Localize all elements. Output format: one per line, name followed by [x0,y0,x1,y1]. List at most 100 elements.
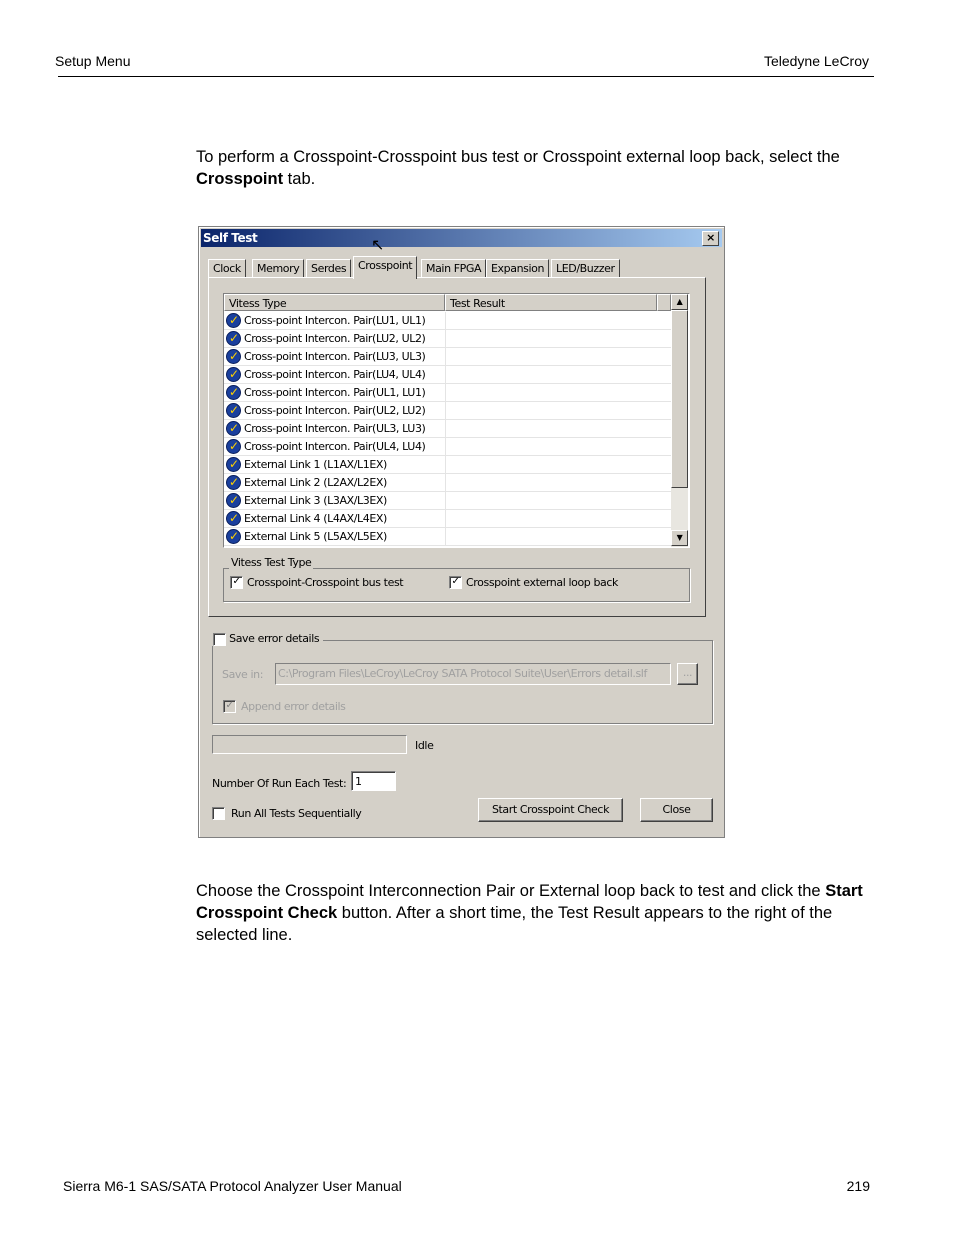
column-header-vitess-type[interactable]: Vitess Type [224,294,445,311]
table-row[interactable]: External Link 3 (L3AX/L3EX) [224,492,671,510]
column-header-test-result[interactable]: Test Result [445,294,657,311]
column-divider [445,348,446,366]
tab-expansion[interactable]: Expansion [486,259,550,278]
outro-paragraph: Choose the Crosspoint Interconnection Pa… [196,882,863,944]
table-row[interactable]: Cross-point Intercon. Pair(LU2, UL2) [224,330,671,348]
column-divider [445,456,446,474]
tab-serdes[interactable]: Serdes [306,259,352,278]
vitess-type-cell: Cross-point Intercon. Pair(LU1, UL1) [244,314,426,327]
save-in-field[interactable]: C:\Program Files\LeCroy\LeCroy SATA Prot… [275,663,671,685]
table-row[interactable]: Cross-point Intercon. Pair(LU1, UL1) [224,312,671,330]
column-divider [445,510,446,528]
close-icon[interactable]: × [702,231,719,246]
save-error-checkbox[interactable] [213,632,226,646]
table-row[interactable]: External Link 2 (L2AX/L2EX) [224,474,671,492]
column-divider [445,402,446,420]
table-row[interactable]: External Link 5 (L5AX/L5EX) [224,528,671,546]
sequential-label: Run All Tests Sequentially [231,807,362,820]
column-divider [445,384,446,402]
check-badge-icon [226,528,241,545]
tab-main-fpga[interactable]: Main FPGA [421,259,487,278]
title-bar[interactable]: Self Test × [201,229,722,247]
dialog-title: Self Test [203,231,258,245]
header-brand: Teledyne LeCroy [763,53,869,69]
table-row[interactable]: External Link 4 (L4AX/L4EX) [224,510,671,528]
header-rule [58,76,874,77]
vitess-type-cell: External Link 2 (L2AX/L2EX) [244,476,387,489]
progress-bar [212,735,407,754]
save-in-label: Save in: [222,668,264,681]
scroll-down-icon[interactable]: ▼ [671,530,688,546]
check-badge-icon [226,492,241,509]
footer-title: Sierra M6-1 SAS/SATA Protocol Analyzer U… [63,1178,402,1194]
vitess-type-cell: External Link 1 (L1AX/L1EX) [244,458,387,471]
self-test-dialog: Self Test × Clock Memory Serdes Crosspoint M… [198,226,725,838]
table-row[interactable]: Cross-point Intercon. Pair(UL3, LU3) [224,420,671,438]
bus-test-checkbox[interactable]: ✓ [230,576,243,589]
sequential-checkbox[interactable] [212,807,225,820]
column-divider [445,438,446,456]
start-crosspoint-check-button[interactable]: Start Crosspoint Check [478,798,623,822]
tab-memory[interactable]: Memory [252,259,305,278]
browse-button[interactable]: ... [677,663,698,685]
scroll-thumb[interactable] [671,310,688,488]
runs-label: Number Of Run Each Test: [212,777,347,790]
vitess-type-cell: Cross-point Intercon. Pair(UL4, LU4) [244,440,426,453]
loop-back-label: Crosspoint external loop back [466,576,618,589]
intro-paragraph: To perform a Crosspoint-Crosspoint bus t… [196,148,840,188]
scroll-up-icon[interactable]: ▲ [671,294,688,310]
table-row[interactable]: Cross-point Intercon. Pair(LU3, UL3) [224,348,671,366]
column-divider [445,330,446,348]
column-divider [445,528,446,546]
check-badge-icon [226,510,241,527]
vitess-type-cell: Cross-point Intercon. Pair(LU2, UL2) [244,332,426,345]
tab-led-buzzer[interactable]: LED/Buzzer [551,259,620,278]
check-badge-icon [226,348,241,365]
vitess-type-cell: Cross-point Intercon. Pair(LU4, UL4) [244,368,426,381]
column-divider [445,474,446,492]
column-divider [445,312,446,330]
column-header-filler [657,294,671,311]
close-button[interactable]: Close [640,798,713,822]
column-divider [445,366,446,384]
bus-test-label: Crosspoint-Crosspoint bus test [247,576,404,589]
status-label: Idle [415,739,434,752]
check-badge-icon [226,474,241,491]
table-row[interactable]: Cross-point Intercon. Pair(LU4, UL4) [224,366,671,384]
check-badge-icon [226,384,241,401]
table-row[interactable]: External Link 1 (L1AX/L1EX) [224,456,671,474]
vitess-type-cell: Cross-point Intercon. Pair(UL3, LU3) [244,422,426,435]
vitess-type-cell: Cross-point Intercon. Pair(UL2, LU2) [244,404,426,417]
header-section: Setup Menu [55,53,131,69]
append-label: Append error details [241,700,346,713]
table-row[interactable]: Cross-point Intercon. Pair(UL2, LU2) [224,402,671,420]
tab-clock[interactable]: Clock [208,259,246,278]
save-error-label: Save error details [229,632,320,645]
document-page: Setup Menu Teledyne LeCroy To perform a … [0,0,954,1235]
check-badge-icon [226,438,241,455]
check-badge-icon [226,312,241,329]
check-badge-icon [226,456,241,473]
append-checkbox[interactable]: ✓ [223,700,236,713]
tab-crosspoint[interactable]: Crosspoint [353,256,418,279]
page-number: 219 [846,1178,870,1194]
check-badge-icon [226,402,241,419]
column-divider [445,420,446,438]
check-badge-icon [226,420,241,437]
mouse-cursor-icon: ↖ [371,235,385,254]
vitess-type-cell: Cross-point Intercon. Pair(UL1, LU1) [244,386,426,399]
group-label: Vitess Test Type [229,556,314,569]
vitess-test-list[interactable]: Vitess Type Test Result Cross-point Inte… [223,293,690,548]
runs-input[interactable]: 1 [351,771,396,791]
vitess-type-cell: External Link 3 (L3AX/L3EX) [244,494,387,507]
vitess-type-cell: External Link 4 (L4AX/L4EX) [244,512,387,525]
check-badge-icon [226,330,241,347]
loop-back-checkbox[interactable]: ✓ [449,576,462,589]
table-row[interactable]: Cross-point Intercon. Pair(UL1, LU1) [224,384,671,402]
save-error-row: Save error details [211,632,324,646]
check-badge-icon [226,366,241,383]
list-scrollbar[interactable]: ▲ ▼ [671,294,688,547]
vitess-type-cell: Cross-point Intercon. Pair(LU3, UL3) [244,350,426,363]
table-row[interactable]: Cross-point Intercon. Pair(UL4, LU4) [224,438,671,456]
column-divider [445,492,446,510]
